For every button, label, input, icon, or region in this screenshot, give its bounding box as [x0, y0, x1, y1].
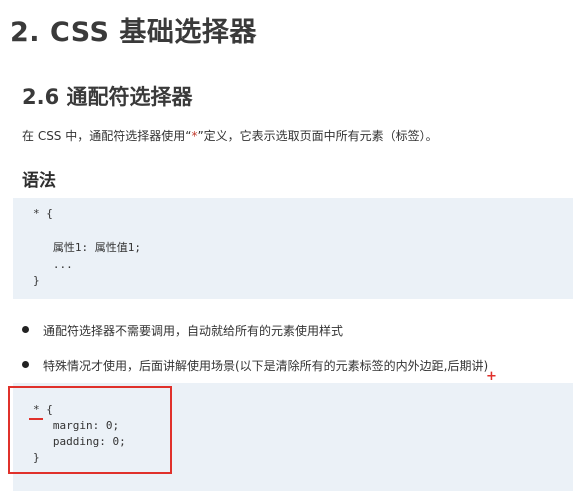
red-highlight-box [8, 386, 172, 474]
code-line: } [33, 274, 40, 287]
bullet-item: 特殊情况才使用，后面讲解使用场景(以下是清除所有的元素标签的内外边距,后期讲) [22, 357, 488, 374]
bullet-dot [22, 361, 29, 368]
code-line: * { [33, 207, 53, 220]
intro-paragraph: 在 CSS 中，通配符选择器使用“*”定义，它表示选取页面中所有元素（标签）。 [22, 127, 438, 144]
syntax-code-block: * { 属性1: 属性值1; ... } [13, 198, 573, 299]
code-line: ... [33, 258, 73, 271]
bullet-item: 通配符选择器不需要调用，自动就给所有的元素使用样式 [22, 322, 343, 339]
red-underline-mark [29, 418, 43, 420]
bullet-dot [22, 326, 29, 333]
bullet-text: 通配符选择器不需要调用，自动就给所有的元素使用样式 [43, 324, 344, 338]
intro-suffix: ”定义，它表示选取页面中所有元素（标签）。 [197, 129, 438, 143]
syntax-heading: 语法 [22, 171, 56, 191]
bullet-text: 特殊情况才使用，后面讲解使用场景(以下是清除所有的元素标签的内外边距,后期讲) [43, 359, 489, 373]
page-title: 2. CSS 基础选择器 [10, 17, 257, 48]
cursor-plus-mark: + [486, 369, 497, 384]
code-line: 属性1: 属性值1; [33, 241, 141, 254]
intro-prefix: 在 CSS 中，通配符选择器使用“ [22, 129, 192, 143]
section-title: 2.6 通配符选择器 [22, 85, 193, 109]
